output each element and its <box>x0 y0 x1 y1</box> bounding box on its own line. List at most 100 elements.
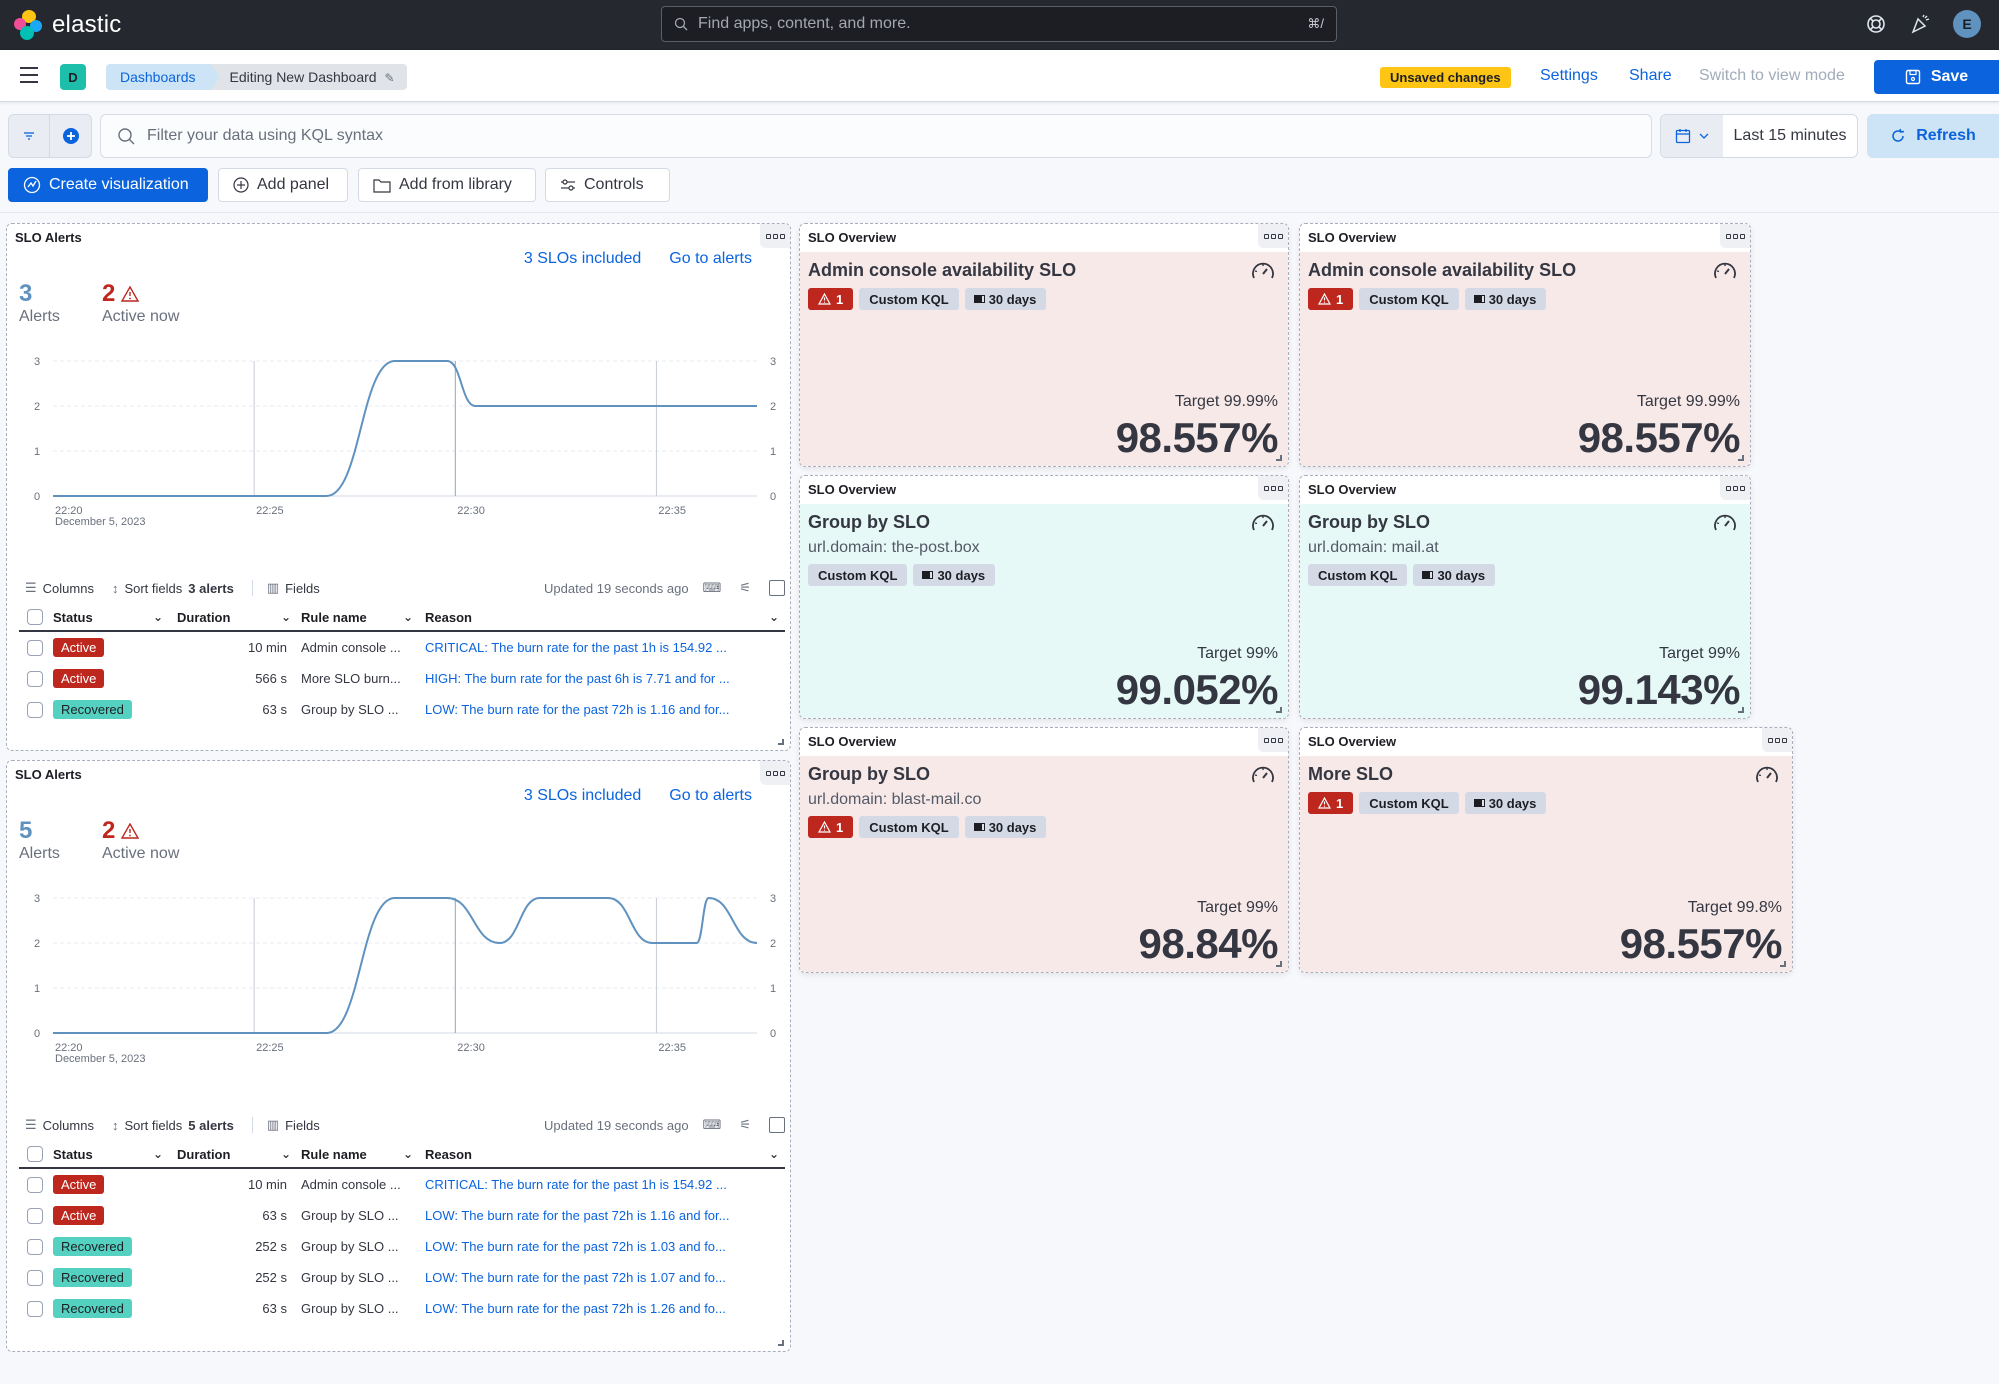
column-header-duration[interactable]: Duration ⌄ <box>177 1147 301 1162</box>
row-checkbox[interactable] <box>27 1207 43 1224</box>
add-from-library-button[interactable]: Add from library <box>358 168 536 202</box>
row-checkbox[interactable] <box>27 670 43 687</box>
help-icon[interactable] <box>1865 13 1887 35</box>
slo-card[interactable]: Group by SLO url.domain: mail.at Custom … <box>1300 504 1750 718</box>
reason-link[interactable]: LOW: The burn rate for the past 72h is 1… <box>425 702 785 717</box>
column-header-reason[interactable]: Reason ⌄ <box>425 610 785 625</box>
breadcrumb-current[interactable]: Editing New Dashboard ✎ <box>209 64 407 90</box>
select-all-checkbox[interactable] <box>27 609 43 625</box>
go-to-alerts-link[interactable]: Go to alerts <box>669 787 752 805</box>
menu-icon[interactable] <box>20 67 38 83</box>
date-picker[interactable]: Last 15 minutes <box>1660 114 1858 158</box>
reason-link[interactable]: CRITICAL: The burn rate for the past 1h … <box>425 640 785 655</box>
panel-options-button[interactable] <box>1258 728 1288 752</box>
row-checkbox[interactable] <box>27 1238 43 1255</box>
reason-link[interactable]: LOW: The burn rate for the past 72h is 1… <box>425 1301 785 1316</box>
row-checkbox[interactable] <box>27 1269 43 1286</box>
panel-options-button[interactable] <box>1762 728 1792 752</box>
resize-handle[interactable] <box>778 1340 784 1346</box>
keyboard-shortcuts-icon[interactable]: ⌨ <box>703 580 722 596</box>
fields-button[interactable]: ▥ Fields <box>251 1117 320 1133</box>
sort-fields-button[interactable]: ↕ Sort fields 3 alerts <box>112 581 234 596</box>
indicator-type-badge[interactable]: Custom KQL <box>859 288 959 310</box>
reason-link[interactable]: HIGH: The burn rate for the past 6h is 7… <box>425 671 785 686</box>
slos-included-link[interactable]: 3 SLOs included <box>524 787 641 805</box>
display-settings-icon[interactable]: ⚟ <box>739 580 751 596</box>
news-cheer-icon[interactable] <box>1909 13 1931 35</box>
kql-search-input[interactable]: Filter your data using KQL syntax <box>100 114 1652 158</box>
global-search-input[interactable]: Find apps, content, and more. ⌘/ <box>661 6 1337 42</box>
row-checkbox[interactable] <box>27 1300 43 1317</box>
active-alerts-badge[interactable]: 1 <box>808 288 854 310</box>
resize-handle[interactable] <box>1780 961 1786 967</box>
slos-included-link[interactable]: 3 SLOs included <box>524 250 641 268</box>
resize-handle[interactable] <box>778 739 784 745</box>
resize-handle[interactable] <box>1738 707 1744 713</box>
columns-button[interactable]: ☰ Columns <box>25 1117 94 1133</box>
panel-options-button[interactable] <box>1258 224 1288 248</box>
column-header-reason[interactable]: Reason ⌄ <box>425 1147 785 1162</box>
column-header-rule-name[interactable]: Rule name ⌄ <box>301 610 425 625</box>
column-header-duration[interactable]: Duration ⌄ <box>177 610 301 625</box>
resize-handle[interactable] <box>1738 455 1744 461</box>
time-window-badge[interactable]: 30 days <box>964 816 1047 838</box>
resize-handle[interactable] <box>1276 707 1282 713</box>
panel-options-button[interactable] <box>760 761 790 785</box>
active-alerts-badge[interactable]: 1 <box>1308 792 1354 814</box>
row-checkbox[interactable] <box>27 639 43 656</box>
time-window-badge[interactable]: 30 days <box>964 288 1047 310</box>
time-window-badge[interactable]: 30 days <box>1413 564 1496 586</box>
add-panel-button[interactable]: Add panel <box>218 168 348 202</box>
active-alerts-badge[interactable]: 1 <box>808 816 854 838</box>
column-header-rule-name[interactable]: Rule name ⌄ <box>301 1147 425 1162</box>
time-window-badge[interactable]: 30 days <box>1464 792 1547 814</box>
go-to-alerts-link[interactable]: Go to alerts <box>669 250 752 268</box>
active-alerts-badge[interactable]: 1 <box>1308 288 1354 310</box>
quick-select-button[interactable] <box>1661 115 1723 157</box>
slo-card[interactable]: Admin console availability SLO 1 Custom … <box>800 252 1288 466</box>
time-window-badge[interactable]: 30 days <box>1464 288 1547 310</box>
indicator-type-badge[interactable]: Custom KQL <box>859 816 959 838</box>
row-checkbox[interactable] <box>27 701 43 718</box>
time-range-label[interactable]: Last 15 minutes <box>1723 115 1857 157</box>
columns-button[interactable]: ☰ Columns <box>25 580 94 596</box>
elastic-logo[interactable]: elastic <box>14 10 121 40</box>
refresh-button[interactable]: Refresh <box>1867 114 1999 158</box>
display-settings-icon[interactable]: ⚟ <box>739 1117 751 1133</box>
sort-fields-button[interactable]: ↕ Sort fields 5 alerts <box>112 1118 234 1133</box>
fullscreen-icon[interactable] <box>769 580 785 596</box>
space-avatar[interactable]: D <box>60 64 86 90</box>
slo-card[interactable]: Group by SLO url.domain: blast-mail.co 1… <box>800 756 1288 972</box>
save-button[interactable]: Save <box>1874 60 1999 94</box>
panel-options-button[interactable] <box>1258 476 1288 500</box>
controls-button[interactable]: Controls <box>545 168 670 202</box>
slo-card[interactable]: Admin console availability SLO 1 Custom … <box>1300 252 1750 466</box>
switch-to-view-mode-link[interactable]: Switch to view mode <box>1699 67 1845 85</box>
reason-link[interactable]: LOW: The burn rate for the past 72h is 1… <box>425 1208 785 1223</box>
column-header-status[interactable]: Status ⌄ <box>53 1147 177 1162</box>
user-avatar[interactable]: E <box>1953 10 1981 38</box>
filter-options-button[interactable] <box>9 115 51 157</box>
reason-link[interactable]: LOW: The burn rate for the past 72h is 1… <box>425 1270 785 1285</box>
settings-link[interactable]: Settings <box>1540 67 1598 85</box>
indicator-type-badge[interactable]: Custom KQL <box>808 564 908 586</box>
create-visualization-button[interactable]: Create visualization <box>8 168 208 202</box>
slo-card[interactable]: More SLO 1 Custom KQL 30 days Target 99.… <box>1300 756 1792 972</box>
fullscreen-icon[interactable] <box>769 1117 785 1133</box>
time-window-badge[interactable]: 30 days <box>913 564 996 586</box>
column-header-status[interactable]: Status ⌄ <box>53 610 177 625</box>
share-link[interactable]: Share <box>1629 67 1672 85</box>
indicator-type-badge[interactable]: Custom KQL <box>1359 792 1459 814</box>
row-checkbox[interactable] <box>27 1176 43 1193</box>
keyboard-shortcuts-icon[interactable]: ⌨ <box>703 1117 722 1133</box>
select-all-checkbox[interactable] <box>27 1146 43 1162</box>
reason-link[interactable]: LOW: The burn rate for the past 72h is 1… <box>425 1239 785 1254</box>
reason-link[interactable]: CRITICAL: The burn rate for the past 1h … <box>425 1177 785 1192</box>
slo-card[interactable]: Group by SLO url.domain: the-post.box Cu… <box>800 504 1288 718</box>
resize-handle[interactable] <box>1276 455 1282 461</box>
add-filter-button[interactable] <box>50 115 91 157</box>
fields-button[interactable]: ▥ Fields <box>251 580 320 596</box>
panel-options-button[interactable] <box>1720 224 1750 248</box>
indicator-type-badge[interactable]: Custom KQL <box>1308 564 1408 586</box>
resize-handle[interactable] <box>1276 961 1282 967</box>
